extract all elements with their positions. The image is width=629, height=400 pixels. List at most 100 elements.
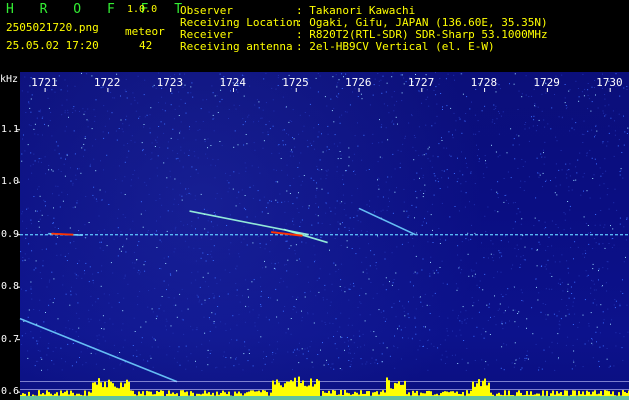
noise-speck [534,217,536,219]
noise-speck [372,349,374,351]
noise-speck [207,212,209,214]
noise-speck [383,103,385,105]
noise-speck [43,321,45,323]
noise-speck [87,126,89,128]
noise-speck [204,332,206,334]
noise-speck [229,272,231,273]
noise-speck [513,138,515,140]
noise-speck [144,116,146,118]
noise-speck [573,361,575,363]
noise-speck [230,357,232,359]
noise-speck [158,126,160,127]
noise-speck [156,315,158,317]
noise-speck [474,183,476,184]
noise-speck [156,230,157,232]
noise-speck [381,92,383,94]
app-version: 1.0.0 [127,4,158,15]
noise-speck [623,261,625,263]
noise-speck [83,155,84,157]
noise-speck [34,123,36,125]
noise-speck [74,85,76,87]
noise-speck [471,297,473,299]
noise-speck [259,199,261,201]
noise-speck [446,283,448,285]
noise-speck [598,268,600,270]
noise-speck [235,358,237,360]
noise-speck [472,275,474,277]
noise-speck [600,304,602,306]
noise-speck [318,291,320,293]
noise-speck [51,360,53,362]
noise-speck [570,286,572,288]
noise-speck [364,344,365,346]
noise-speck [514,321,516,323]
noise-speck [144,79,146,81]
noise-speck [183,152,185,154]
noise-speck [252,309,254,311]
noise-speck [478,158,480,160]
noise-speck [487,320,489,321]
noise-speck [159,268,161,269]
noise-speck [103,328,105,330]
noise-speck [331,363,333,365]
noise-speck [412,146,414,148]
noise-speck [583,216,585,218]
noise-speck [321,222,323,224]
noise-speck [269,200,271,202]
noise-speck [353,171,355,172]
noise-speck [57,145,59,147]
x-tick-label: 1722 [93,76,121,89]
noise-speck [65,327,67,329]
noise-speck [577,88,579,89]
noise-speck [148,193,150,195]
noise-speck [544,221,546,223]
noise-speck [44,201,46,203]
noise-speck [615,332,617,334]
noise-speck [344,111,346,113]
noise-speck [417,272,419,274]
noise-speck [575,122,577,124]
noise-speck [518,135,520,137]
noise-speck [418,154,420,156]
noise-speck [533,225,535,227]
noise-speck [258,107,260,109]
noise-speck [117,355,118,356]
noise-speck [490,240,492,242]
noise-speck [413,285,414,287]
noise-speck [620,169,622,171]
noise-speck [260,304,262,305]
noise-speck [418,90,420,92]
noise-speck [145,210,146,212]
noise-speck [64,112,66,114]
noise-speck [284,201,286,203]
noise-speck [591,101,593,103]
noise-speck [24,253,26,255]
spectrogram-canvas [17,72,629,400]
noise-speck [26,208,28,210]
noise-speck [136,355,138,357]
noise-speck [44,123,45,125]
noise-speck [436,103,438,105]
noise-speck [305,242,307,244]
noise-speck [591,157,593,159]
noise-speck [238,172,240,174]
unit-label: kHz [0,74,19,85]
noise-speck [213,245,215,247]
noise-speck [286,133,287,134]
noise-speck [490,316,491,318]
noise-speck [521,218,523,220]
noise-speck [540,311,542,313]
noise-speck [126,238,128,240]
noise-speck [377,73,379,74]
noise-speck [408,215,410,217]
noise-speck [344,349,345,351]
noise-speck [78,168,80,170]
noise-speck [559,278,561,280]
noise-speck [336,166,338,168]
noise-speck [462,174,464,176]
noise-speck [236,265,238,267]
spectrogram-plot: kHz 1721 1722 1723 1724 1725 1726 1727 1728 1729… [0,72,629,400]
noise-speck [103,293,105,295]
noise-speck [339,326,341,328]
noise-speck [336,348,338,350]
